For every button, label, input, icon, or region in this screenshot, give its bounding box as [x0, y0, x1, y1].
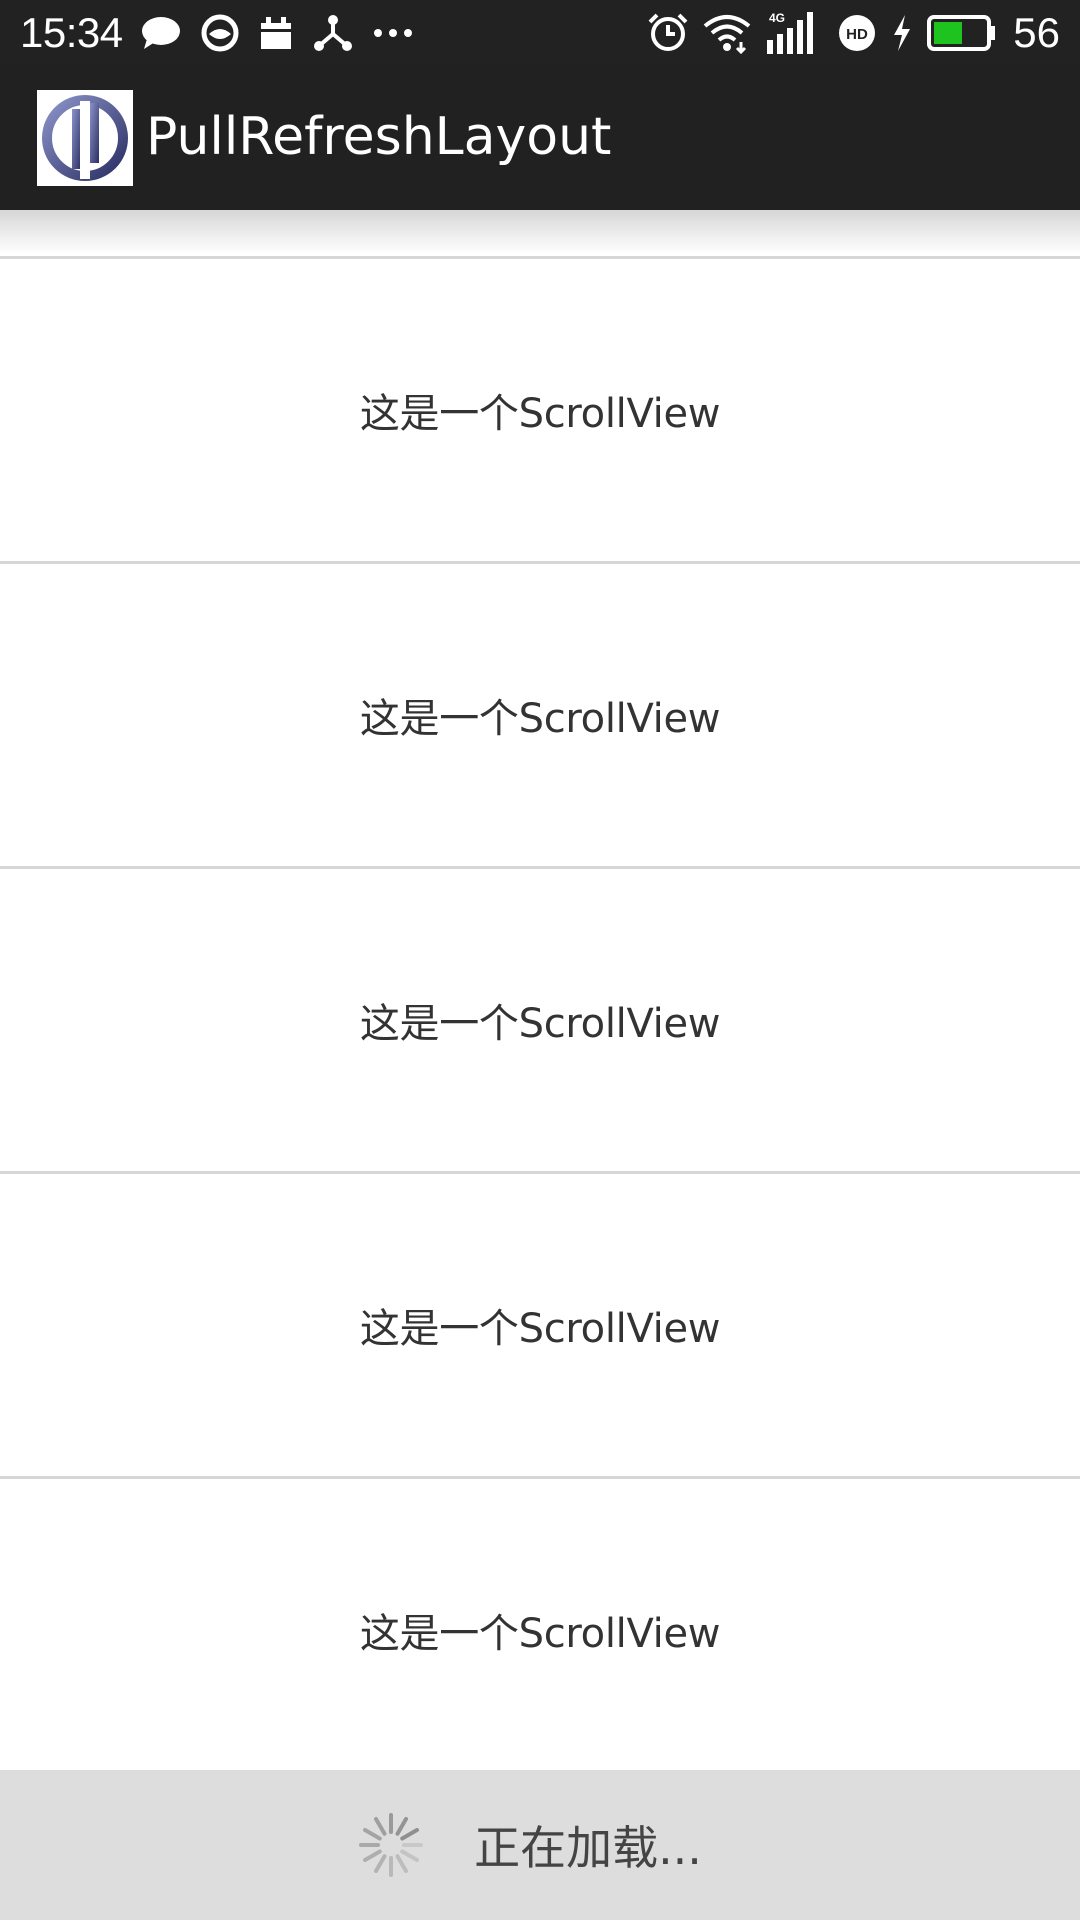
list-item-text: 这是一个ScrollView — [359, 1001, 721, 1047]
list-item-text: 这是一个ScrollView — [359, 696, 721, 742]
loading-text: 正在加载... — [474, 1821, 702, 1875]
spinner-spoke — [374, 1817, 387, 1836]
list-item[interactable]: 这是一个ScrollView — [0, 561, 1080, 866]
spinner-spoke — [400, 1828, 420, 1841]
spinner-spoke — [363, 1849, 382, 1862]
calendar-icon — [259, 15, 293, 51]
more-icon — [373, 28, 413, 38]
spinner-spoke — [400, 1849, 420, 1862]
list-item[interactable]: 这是一个ScrollView — [0, 1476, 1080, 1770]
status-time: 15:34 — [20, 9, 123, 56]
spinner-icon — [358, 1812, 424, 1878]
spinner-spoke — [395, 1854, 409, 1873]
status-bar: 15:34 4G HD 56 — [0, 0, 1080, 65]
share-icon — [313, 14, 353, 52]
list-item-text: 这是一个ScrollView — [359, 1306, 721, 1352]
network-label: 4G — [769, 11, 785, 25]
browser-icon — [201, 14, 239, 52]
list-item-text: 这是一个ScrollView — [359, 391, 721, 437]
message-icon — [141, 15, 181, 51]
scroll-view[interactable]: 这是一个ScrollView 这是一个ScrollView 这是一个Scroll… — [0, 210, 1080, 1770]
item-list: 这是一个ScrollView 这是一个ScrollView 这是一个Scroll… — [0, 256, 1080, 1770]
hd-icon: HD — [837, 13, 877, 53]
app-logo-icon — [37, 89, 133, 186]
charging-icon — [891, 14, 913, 52]
toolbar: PullRefreshLayout — [0, 65, 1080, 210]
alarm-icon — [647, 12, 689, 54]
loading-footer: 正在加载... — [0, 1770, 1080, 1920]
list-item[interactable]: 这是一个ScrollView — [0, 1171, 1080, 1476]
list-item-text: 这是一个ScrollView — [359, 1611, 721, 1657]
list-item[interactable]: 这是一个ScrollView — [0, 256, 1080, 561]
signal-4g-icon: 4G — [765, 10, 823, 56]
app-screen: 15:34 4G HD 56 PullRefreshLayout 这是一个Scr… — [0, 0, 1080, 1920]
list-item[interactable]: 这是一个ScrollView — [0, 866, 1080, 1171]
app-title: PullRefreshLayout — [146, 107, 612, 167]
status-bar-right: 4G HD 56 — [647, 0, 1060, 65]
wifi-icon — [703, 12, 751, 54]
hd-label: HD — [846, 26, 868, 43]
battery-icon — [927, 14, 997, 52]
battery-level: 56 — [1013, 9, 1060, 56]
spinner-spoke — [374, 1854, 387, 1873]
spinner-spoke — [363, 1828, 382, 1841]
spinner-spoke — [395, 1817, 409, 1836]
status-bar-left: 15:34 — [20, 0, 433, 65]
